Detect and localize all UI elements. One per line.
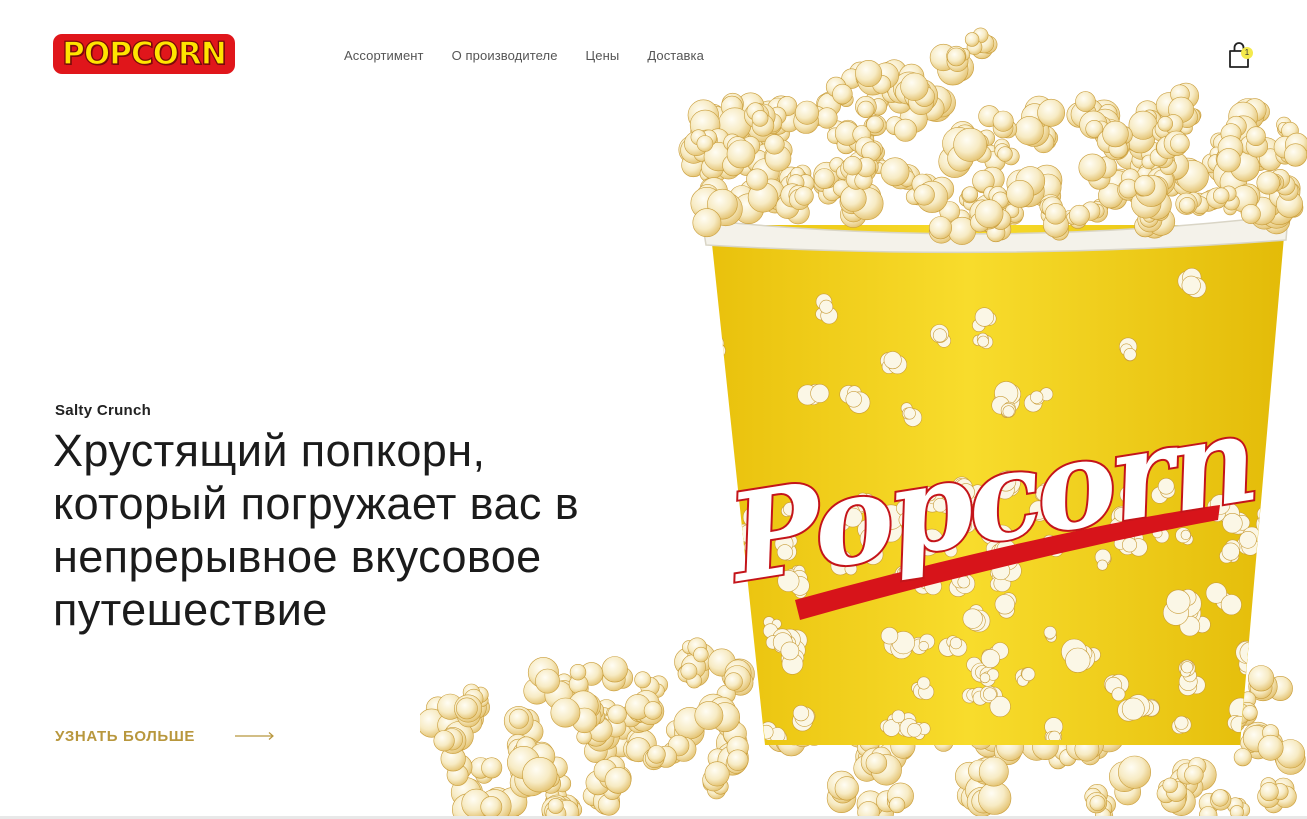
nav-link-assortment[interactable]: Ассортимент bbox=[344, 48, 424, 63]
popcorn-kernel bbox=[1215, 135, 1244, 173]
logo-text: POPCORN bbox=[61, 35, 227, 72]
popcorn-kernel bbox=[1274, 571, 1285, 596]
popcorn-kernel bbox=[1263, 595, 1285, 615]
popcorn-kernel bbox=[601, 656, 634, 692]
popcorn-kernel bbox=[886, 782, 914, 814]
popcorn-kernel bbox=[725, 736, 749, 774]
popcorn-kernel bbox=[1260, 575, 1285, 601]
popcorn-kernel bbox=[1084, 783, 1108, 814]
popcorn-kernel bbox=[1006, 166, 1046, 208]
popcorn-kernel bbox=[568, 662, 604, 695]
hero-eyebrow: Salty Crunch bbox=[55, 402, 152, 419]
popcorn-kernel bbox=[1206, 185, 1240, 211]
popcorn-kernel bbox=[710, 333, 726, 363]
popcorn-kernel bbox=[826, 770, 859, 813]
popcorn-kernel bbox=[461, 788, 512, 819]
learn-more-label: УЗНАТЬ БОЛЬШЕ bbox=[55, 727, 196, 745]
popcorn-mound bbox=[678, 27, 1307, 245]
popcorn-kernel bbox=[1256, 619, 1285, 662]
arrow-right-icon bbox=[235, 732, 274, 740]
popcorn-kernel bbox=[1253, 629, 1285, 662]
learn-more-button[interactable]: УЗНАТЬ БОЛЬШЕ bbox=[55, 725, 275, 747]
popcorn-kernel bbox=[764, 134, 793, 172]
popcorn-kernel bbox=[938, 127, 988, 178]
popcorn-kernel bbox=[1273, 544, 1285, 566]
logo[interactable]: POPCORN bbox=[53, 34, 235, 74]
popcorn-bucket-image: Popcorn bbox=[420, 27, 1307, 819]
popcorn-kernel bbox=[842, 156, 877, 190]
popcorn-kernel bbox=[1109, 755, 1151, 806]
popcorn-kernel bbox=[470, 757, 503, 784]
popcorn-kernel bbox=[1235, 640, 1263, 665]
popcorn-kernel bbox=[964, 27, 995, 55]
popcorn-kernel bbox=[1198, 789, 1232, 819]
